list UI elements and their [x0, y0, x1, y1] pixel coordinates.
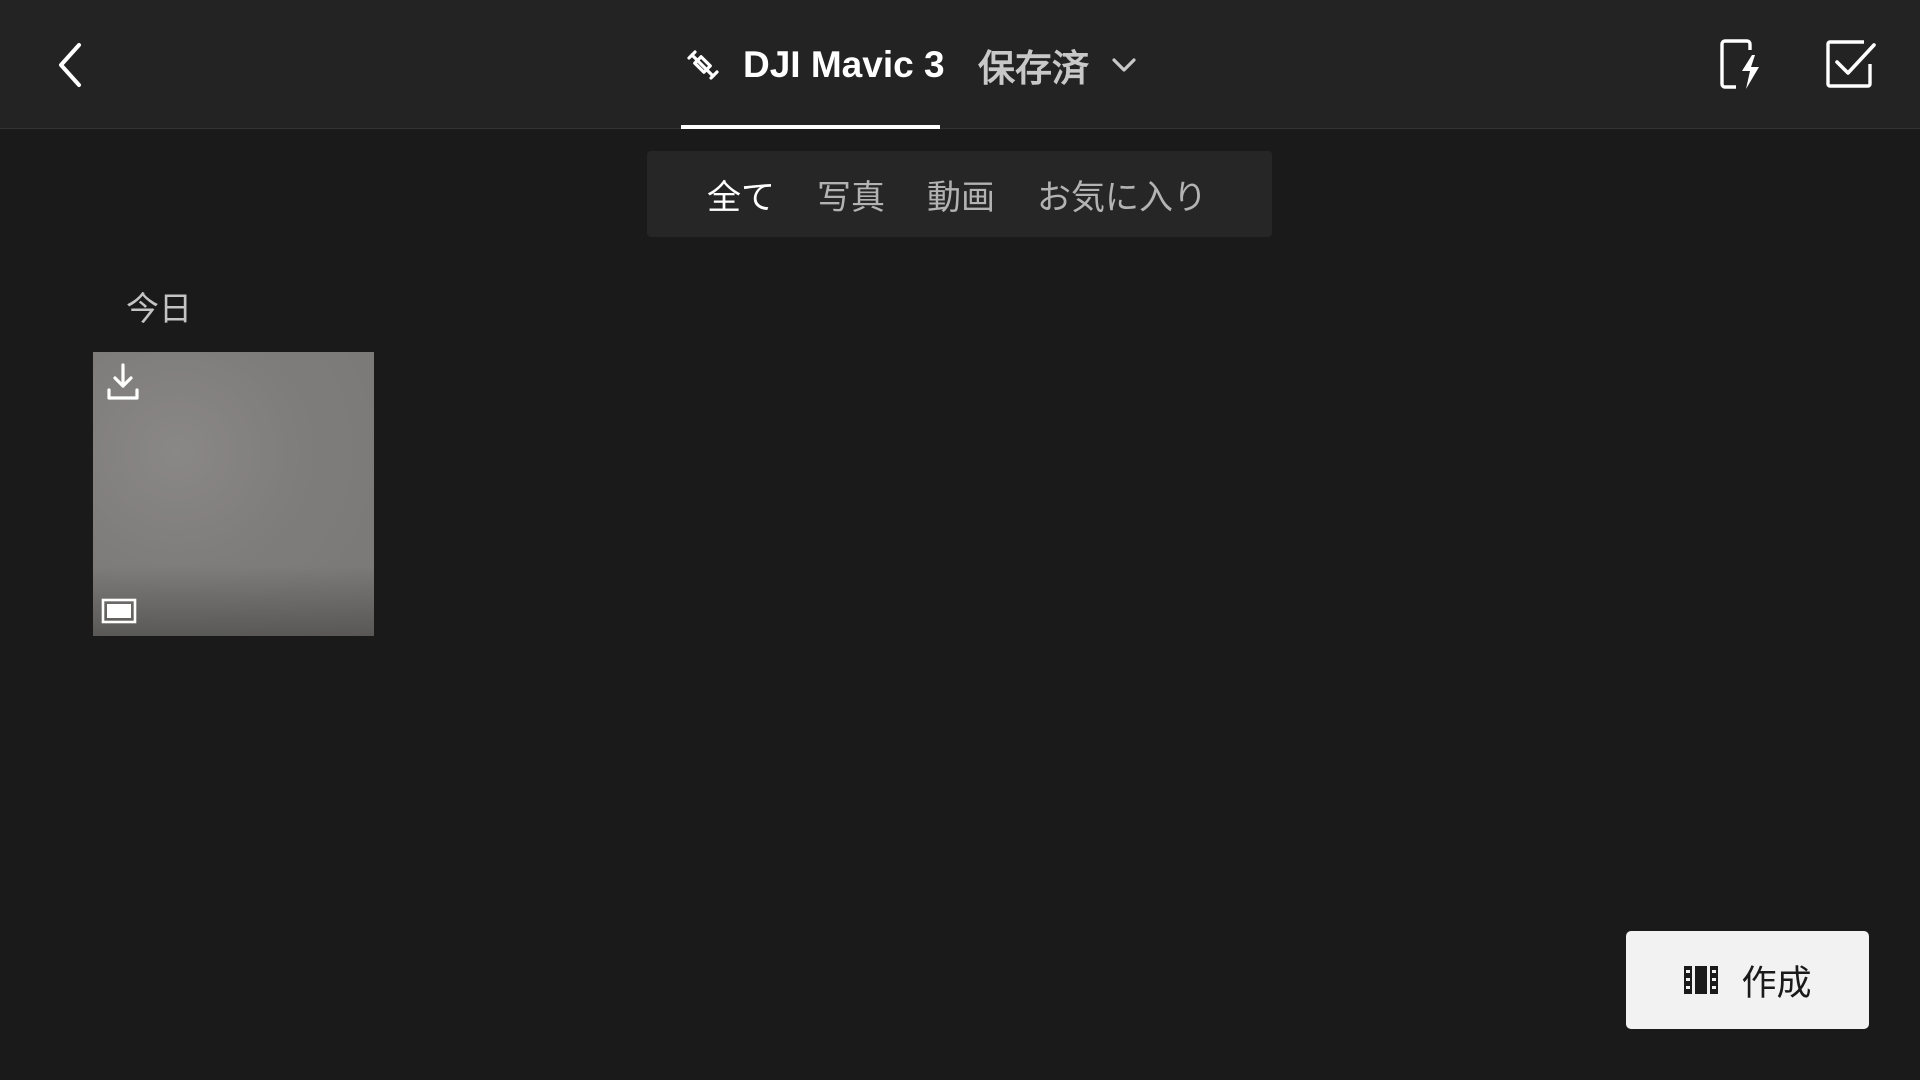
filter-videos[interactable]: 動画	[927, 170, 995, 219]
media-filter-bar: 全て 写真 動画 お気に入り	[647, 151, 1272, 237]
create-button[interactable]: 作成	[1626, 931, 1869, 1029]
film-strip-icon	[1684, 966, 1719, 994]
saved-label: 保存済	[978, 46, 1089, 90]
create-button-label: 作成	[1741, 963, 1812, 1004]
chevron-left-icon	[59, 43, 81, 87]
download-icon	[107, 363, 139, 400]
photo-icon	[101, 598, 137, 624]
device-tab-label: DJI Mavic 3	[743, 43, 945, 85]
phone-flash-button[interactable]	[1711, 33, 1771, 95]
active-tab-underline	[681, 125, 940, 129]
select-checkbox-icon	[1826, 40, 1876, 88]
filter-photos[interactable]: 写真	[817, 170, 885, 219]
select-button[interactable]	[1821, 33, 1881, 95]
filter-all[interactable]: 全て	[707, 170, 775, 219]
back-button[interactable]	[40, 30, 100, 100]
phone-flash-icon	[1720, 39, 1759, 89]
tab-device[interactable]: DJI Mavic 3	[681, 0, 945, 129]
date-section-heading: 今日	[126, 289, 192, 328]
filter-favorites[interactable]: お気に入り	[1037, 170, 1207, 219]
media-thumbnail[interactable]	[93, 352, 374, 636]
chevron-down-icon	[1109, 50, 1139, 80]
saved-dropdown[interactable]: 保存済	[978, 0, 1139, 129]
drone-icon	[683, 45, 723, 85]
top-bar: DJI Mavic 3 保存済	[0, 0, 1920, 129]
